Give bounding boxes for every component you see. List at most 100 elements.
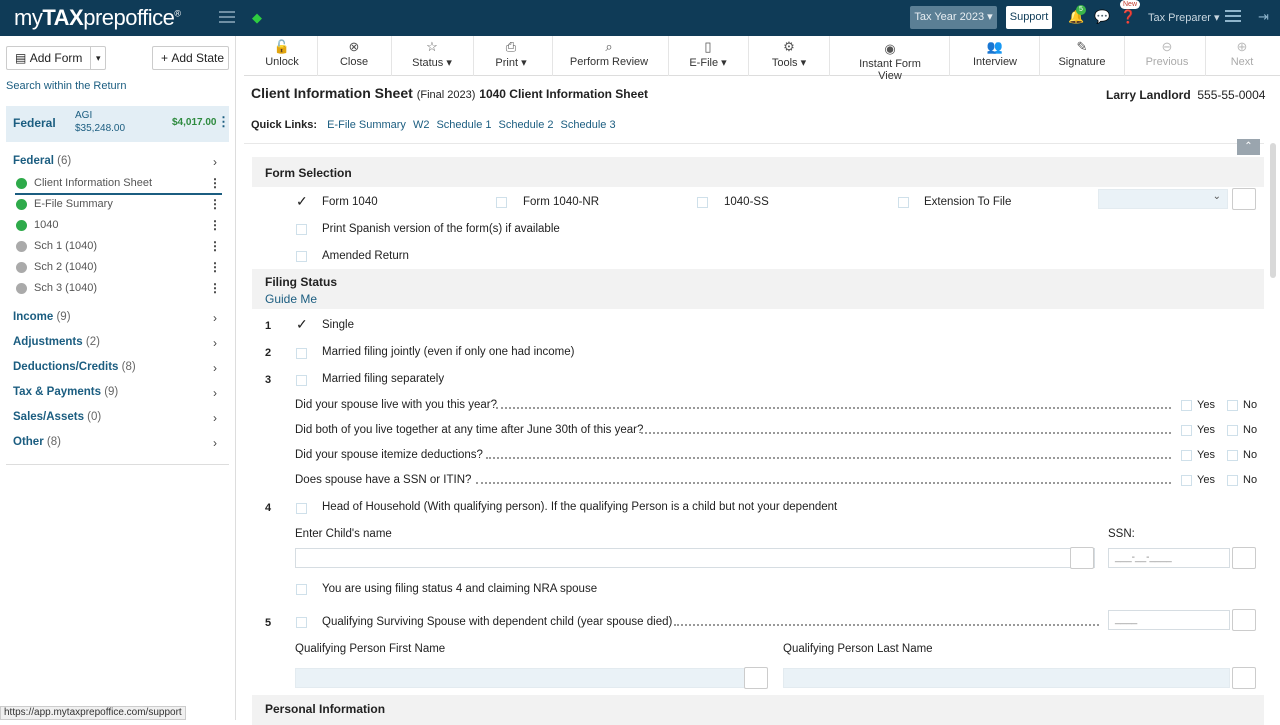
category-deductions[interactable]: Deductions/Credits (8): [13, 361, 136, 373]
qss-checkbox[interactable]: [296, 617, 307, 628]
help-icon[interactable]: ❓: [1120, 9, 1136, 25]
ssn-input[interactable]: ___-__-____: [1108, 548, 1230, 568]
chevron-down-icon[interactable]: ▾: [90, 47, 101, 69]
field-button[interactable]: [1232, 609, 1256, 631]
kebab-icon[interactable]: ⋮: [209, 260, 221, 274]
extension-select[interactable]: ⌄: [1098, 189, 1228, 209]
add-form-button[interactable]: ▤ Add Form ▾: [6, 46, 106, 70]
field-button[interactable]: [1232, 667, 1256, 689]
mfj-checkbox[interactable]: [296, 348, 307, 359]
form-item-1040[interactable]: 1040 ⋮: [15, 217, 222, 237]
category-other[interactable]: Other (8): [13, 436, 61, 448]
kebab-icon[interactable]: ⋮: [209, 239, 221, 253]
menu-icon[interactable]: [1225, 10, 1241, 22]
signature-button[interactable]: ✎ Signature: [1058, 38, 1106, 68]
field-button[interactable]: [744, 667, 768, 689]
chevron-right-icon[interactable]: ›: [213, 336, 217, 350]
qp-last-input[interactable]: [783, 668, 1230, 688]
quick-link-sch3[interactable]: Schedule 3: [561, 119, 616, 131]
form-1040ss-checkbox[interactable]: [697, 197, 708, 208]
form-item-sch1[interactable]: Sch 1 (1040) ⋮: [15, 238, 222, 258]
form-item-efile-summary[interactable]: E-File Summary ⋮: [15, 196, 222, 216]
tools-button[interactable]: ⚙ Tools ▾: [766, 38, 812, 69]
instant-form-view-button[interactable]: ◉ Instant Form View: [847, 40, 933, 82]
kebab-icon[interactable]: ⋮: [209, 218, 221, 232]
chevron-right-icon[interactable]: ›: [213, 361, 217, 375]
chevron-right-icon[interactable]: ›: [213, 436, 217, 450]
category-sales-assets[interactable]: Sales/Assets (0): [13, 411, 101, 423]
previous-button[interactable]: ⊖ Previous: [1144, 38, 1190, 68]
question-ssn-itin: Does spouse have a SSN or ITIN?: [295, 474, 472, 486]
quick-link-sch1[interactable]: Schedule 1: [436, 119, 491, 131]
unlock-label: Unlock: [265, 56, 299, 68]
arrow-left-icon: ⊖: [1161, 39, 1173, 54]
add-state-button[interactable]: + Add State: [152, 46, 229, 70]
preparer-menu[interactable]: Tax Preparer ▾: [1148, 11, 1220, 24]
spanish-checkbox[interactable]: [296, 224, 307, 235]
print-button[interactable]: ⎙ Print ▾: [490, 38, 532, 69]
checkmark-icon[interactable]: ✓: [296, 317, 308, 331]
kebab-icon[interactable]: ⋮: [209, 197, 221, 211]
category-tax-payments[interactable]: Tax & Payments (9): [13, 386, 118, 398]
guide-me-link[interactable]: Guide Me: [265, 292, 317, 306]
app-logo[interactable]: myTAXprepoffice®: [14, 5, 181, 31]
checkmark-icon[interactable]: ✓: [296, 194, 308, 208]
perform-review-button[interactable]: ⌕ Perform Review: [569, 38, 649, 68]
hoh-checkbox[interactable]: [296, 503, 307, 514]
no-checkbox[interactable]: [1227, 400, 1238, 411]
field-button[interactable]: [1070, 547, 1094, 569]
quick-link-sch2[interactable]: Schedule 2: [498, 119, 553, 131]
chevron-right-icon[interactable]: ›: [213, 411, 217, 425]
yes-checkbox[interactable]: [1181, 475, 1192, 486]
field-button[interactable]: [1232, 188, 1256, 210]
chevron-right-icon[interactable]: ›: [213, 155, 217, 169]
form-item-client-info[interactable]: Client Information Sheet ⋮: [15, 175, 222, 195]
kebab-icon[interactable]: ⋮: [209, 176, 221, 190]
category-adjustments[interactable]: Adjustments (2): [13, 336, 100, 348]
chevron-right-icon[interactable]: ›: [213, 386, 217, 400]
yes-checkbox[interactable]: [1181, 450, 1192, 461]
search-return-link[interactable]: Search within the Return: [6, 80, 126, 92]
tax-year-dropdown[interactable]: Tax Year 2023 ▾: [910, 6, 997, 29]
category-federal[interactable]: Federal (6): [13, 155, 71, 167]
form-item-sch3[interactable]: Sch 3 (1040) ⋮: [15, 280, 222, 300]
close-button[interactable]: ⊗ Close: [336, 38, 372, 68]
quick-link-efile[interactable]: E-File Summary: [327, 119, 406, 131]
interview-button[interactable]: 👥 Interview: [972, 38, 1018, 68]
nra-checkbox[interactable]: [296, 584, 307, 595]
form-item-sch2[interactable]: Sch 2 (1040) ⋮: [15, 259, 222, 279]
federal-card[interactable]: Federal AGI $35,248.00 $4,017.00 ⋮: [6, 106, 230, 142]
child-name-input[interactable]: [295, 548, 1095, 568]
support-button[interactable]: Support: [1006, 6, 1052, 29]
extension-checkbox[interactable]: [898, 197, 909, 208]
unlock-button[interactable]: 🔓 Unlock: [264, 38, 300, 68]
amended-checkbox[interactable]: [296, 251, 307, 262]
no-checkbox[interactable]: [1227, 475, 1238, 486]
yes-checkbox[interactable]: [1181, 400, 1192, 411]
quick-link-w2[interactable]: W2: [413, 119, 430, 131]
no-checkbox[interactable]: [1227, 450, 1238, 461]
mfs-checkbox[interactable]: [296, 375, 307, 386]
yes-checkbox[interactable]: [1181, 425, 1192, 436]
status-button[interactable]: ☆ Status ▾: [408, 38, 456, 69]
no-checkbox[interactable]: [1227, 425, 1238, 436]
next-button[interactable]: ⊕ Next: [1224, 38, 1260, 68]
chat-icon[interactable]: 💬: [1094, 9, 1110, 25]
chevron-right-icon[interactable]: ›: [213, 311, 217, 325]
kebab-icon[interactable]: ⋮: [217, 114, 230, 130]
efile-button[interactable]: ▯ E-File ▾: [684, 38, 732, 69]
collapse-menu-icon[interactable]: [219, 11, 235, 23]
status-dot-icon: [16, 241, 27, 252]
year-spouse-died-input[interactable]: ____: [1108, 610, 1230, 630]
qss-label: Qualifying Surviving Spouse with depende…: [322, 616, 673, 628]
pin-icon[interactable]: ◆: [252, 10, 262, 26]
field-button[interactable]: [1232, 547, 1256, 569]
kebab-icon[interactable]: ⋮: [209, 281, 221, 295]
logout-icon[interactable]: ⇥: [1258, 9, 1269, 25]
collapse-up-icon[interactable]: ⌃: [1237, 139, 1260, 155]
form-1040nr-checkbox[interactable]: [496, 197, 507, 208]
divider: [668, 36, 669, 76]
qp-first-input[interactable]: [295, 668, 765, 688]
scrollbar[interactable]: [1270, 143, 1276, 278]
category-income[interactable]: Income (9): [13, 311, 71, 323]
